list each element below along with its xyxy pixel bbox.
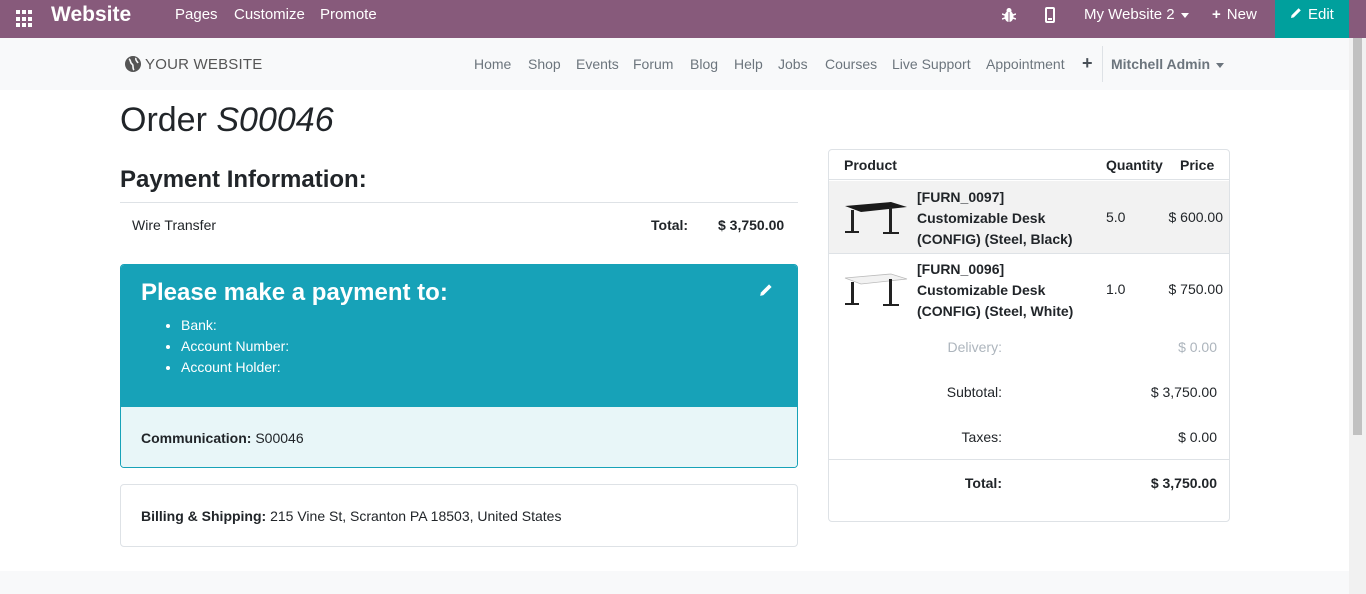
communication-section: Communication: S00046 [121, 406, 797, 467]
bank-details-list: Bank: Account Number: Account Holder: [181, 315, 289, 378]
chevron-down-icon [1216, 62, 1225, 68]
nav-courses[interactable]: Courses [825, 56, 877, 72]
column-header-product: Product [844, 157, 897, 173]
product-quantity: 1.0 [1106, 281, 1126, 297]
total-divider [829, 459, 1229, 460]
menu-pages[interactable]: Pages [175, 6, 218, 24]
product-quantity: 5.0 [1106, 209, 1126, 225]
table-row: [FURN_0097] Customizable Desk (CONFIG) (… [829, 181, 1229, 254]
nav-divider [1102, 46, 1103, 82]
payment-total-value: $ 3,750.00 [718, 217, 785, 233]
communication-label: Communication: [141, 430, 252, 446]
product-price: $ 750.00 [1168, 281, 1224, 297]
bug-icon[interactable] [1002, 7, 1016, 23]
delivery-label: Delivery: [947, 339, 1002, 355]
new-button[interactable]: + New [1212, 6, 1257, 24]
apps-grid-icon[interactable] [16, 10, 34, 28]
website-header: YOUR WEBSITE Home Shop Events Forum Blog… [0, 38, 1349, 90]
menu-customize[interactable]: Customize [234, 6, 305, 24]
subtotal-value: $ 3,750.00 [1150, 384, 1217, 400]
nav-home[interactable]: Home [474, 56, 511, 72]
product-name[interactable]: [FURN_0097] Customizable Desk (CONFIG) (… [917, 187, 1097, 250]
globe-icon [125, 56, 141, 72]
billing-shipping-label: Billing & Shipping: [141, 508, 267, 524]
table-row: [FURN_0096] Customizable Desk (CONFIG) (… [829, 253, 1229, 326]
product-image-black-desk[interactable] [843, 193, 909, 239]
billing-shipping-box: Billing & Shipping: 215 Vine St, Scranto… [120, 484, 798, 547]
nav-shop[interactable]: Shop [528, 56, 561, 72]
nav-live-support[interactable]: Live Support [892, 56, 971, 72]
menu-promote[interactable]: Promote [320, 6, 377, 24]
nav-help[interactable]: Help [734, 56, 763, 72]
nav-blog[interactable]: Blog [690, 56, 718, 72]
website-selector-label: My Website 2 [1084, 6, 1175, 23]
edit-button-label: Edit [1308, 6, 1334, 23]
column-header-price: Price [1180, 157, 1215, 173]
column-header-quantity: Quantity [1106, 157, 1163, 173]
communication-value: S00046 [255, 430, 304, 446]
scrollbar-thumb[interactable] [1353, 38, 1362, 435]
payment-instructions-title: Please make a payment to: [141, 279, 448, 306]
page-scrollbar[interactable] [1349, 38, 1366, 594]
website-selector[interactable]: My Website 2 [1084, 6, 1189, 24]
user-menu[interactable]: Mitchell Admin [1111, 56, 1225, 72]
payment-total-label: Total: [651, 217, 689, 233]
admin-topbar: Website Pages Customize Promote My Websi… [0, 0, 1366, 38]
nav-jobs[interactable]: Jobs [778, 56, 808, 72]
payment-instructions-header: Please make a payment to: Bank: Account … [121, 265, 797, 406]
nav-events[interactable]: Events [576, 56, 619, 72]
taxes-value: $ 0.00 [1178, 429, 1217, 445]
app-brand[interactable]: Website [51, 3, 131, 27]
logo-text: YOUR WEBSITE [145, 55, 263, 73]
page-footer [0, 571, 1349, 594]
taxes-label: Taxes: [961, 429, 1002, 445]
payment-instructions-box: Please make a payment to: Bank: Account … [120, 264, 798, 468]
page-title: Order S00046 [120, 100, 334, 140]
site-logo[interactable]: YOUR WEBSITE [124, 55, 262, 73]
product-name[interactable]: [FURN_0096] Customizable Desk (CONFIG) (… [917, 259, 1097, 322]
payment-method: Wire Transfer [132, 217, 217, 233]
billing-address: 215 Vine St, Scranton PA 18503, United S… [270, 508, 562, 524]
nav-forum[interactable]: Forum [633, 56, 673, 72]
product-image-white-desk[interactable] [843, 265, 909, 311]
add-menu-plus-icon[interactable]: + [1082, 53, 1093, 74]
summary-table-header: Product Quantity Price [829, 150, 1229, 180]
payment-info-row: Wire Transfer Total: $ 3,750.00 [120, 202, 798, 247]
delivery-value: $ 0.00 [1178, 339, 1217, 355]
list-item: Bank: [181, 315, 289, 336]
mobile-preview-icon[interactable] [1045, 7, 1055, 23]
order-title-prefix: Order [120, 101, 207, 139]
nav-appointment[interactable]: Appointment [986, 56, 1065, 72]
edit-button[interactable]: Edit [1275, 0, 1349, 38]
product-price: $ 600.00 [1168, 209, 1224, 225]
list-item: Account Holder: [181, 357, 289, 378]
chevron-down-icon [1180, 12, 1189, 18]
total-value: $ 3,750.00 [1150, 475, 1217, 491]
order-summary-card: Product Quantity Price [FURN_0097] Custo… [828, 149, 1230, 522]
pencil-icon [1291, 8, 1301, 18]
list-item: Account Number: [181, 336, 289, 357]
pencil-icon[interactable] [759, 283, 773, 297]
new-button-label: New [1226, 6, 1257, 23]
billing-shipping-line: Billing & Shipping: 215 Vine St, Scranto… [141, 508, 561, 524]
user-name: Mitchell Admin [1111, 56, 1211, 72]
subtotal-label: Subtotal: [946, 384, 1002, 400]
payment-info-heading: Payment Information: [120, 166, 367, 193]
order-number: S00046 [216, 101, 334, 139]
communication-line: Communication: S00046 [141, 430, 304, 446]
total-label: Total: [964, 475, 1002, 491]
plus-icon: + [1212, 6, 1221, 23]
